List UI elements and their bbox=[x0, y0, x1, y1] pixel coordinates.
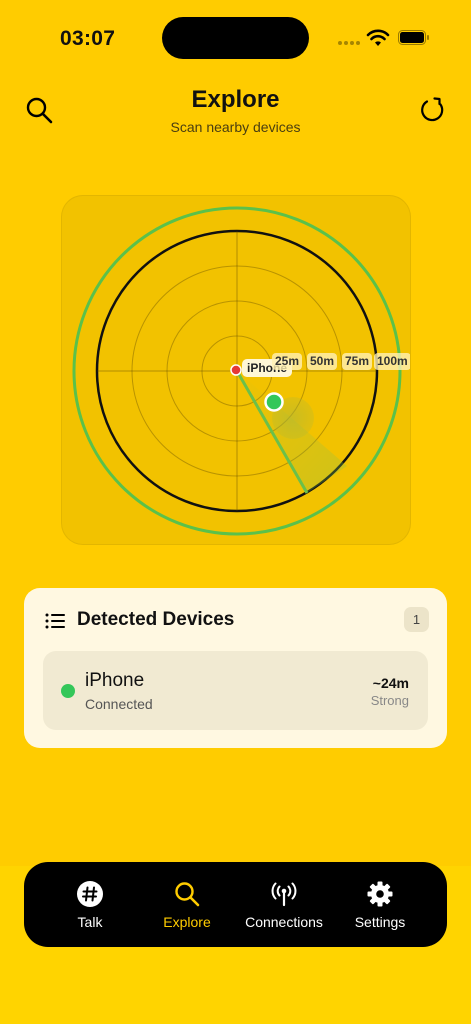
ring-label-50m: 50m bbox=[307, 353, 338, 370]
device-row[interactable]: iPhone Connected ~24m Strong bbox=[43, 651, 428, 730]
tab-settings-label: Settings bbox=[354, 914, 406, 930]
device-name: iPhone bbox=[85, 670, 145, 691]
detected-devices-card: Detected Devices 1 iPhone Connected ~24m… bbox=[24, 588, 447, 748]
list-icon bbox=[45, 613, 65, 629]
page-title: Explore bbox=[191, 86, 280, 113]
device-marker-iphone bbox=[264, 392, 284, 412]
cellular-signal-icon bbox=[338, 41, 360, 45]
tab-settings[interactable]: Settings bbox=[346, 862, 414, 947]
tab-talk[interactable]: Talk bbox=[62, 862, 118, 947]
gear-icon bbox=[367, 881, 393, 907]
wifi-icon bbox=[366, 29, 390, 46]
ring-label-100m: 100m bbox=[374, 353, 410, 370]
connected-status-dot bbox=[61, 684, 75, 698]
status-bar: 03:07 bbox=[0, 0, 471, 76]
tab-explore[interactable]: Explore bbox=[155, 862, 219, 947]
device-signal-strength: Strong bbox=[370, 693, 409, 708]
tab-connections[interactable]: Connections bbox=[237, 862, 331, 947]
dynamic-island bbox=[162, 17, 309, 59]
antenna-icon bbox=[271, 882, 297, 907]
detected-devices-title: Detected Devices bbox=[77, 609, 235, 630]
battery-icon bbox=[398, 30, 429, 45]
hash-icon bbox=[77, 881, 103, 907]
device-distance: ~24m bbox=[372, 675, 409, 691]
radar-view[interactable]: iPhone 25m 50m 75m 100m bbox=[61, 195, 411, 545]
page-subtitle: Scan nearby devices bbox=[170, 119, 301, 135]
tab-explore-label: Explore bbox=[163, 914, 211, 930]
device-count-badge: 1 bbox=[404, 607, 429, 632]
ring-label-25m: 25m bbox=[272, 353, 303, 370]
status-time: 03:07 bbox=[60, 27, 116, 50]
device-status: Connected bbox=[85, 696, 153, 712]
tab-bar: Talk Explore Connections Settings bbox=[24, 862, 447, 947]
tab-connections-label: Connections bbox=[245, 914, 323, 930]
self-marker bbox=[230, 364, 242, 376]
tab-talk-label: Talk bbox=[77, 914, 103, 930]
search-icon bbox=[175, 882, 200, 907]
ring-label-75m: 75m bbox=[342, 353, 373, 370]
radar-graphic bbox=[72, 206, 402, 536]
refresh-icon[interactable] bbox=[418, 95, 448, 125]
